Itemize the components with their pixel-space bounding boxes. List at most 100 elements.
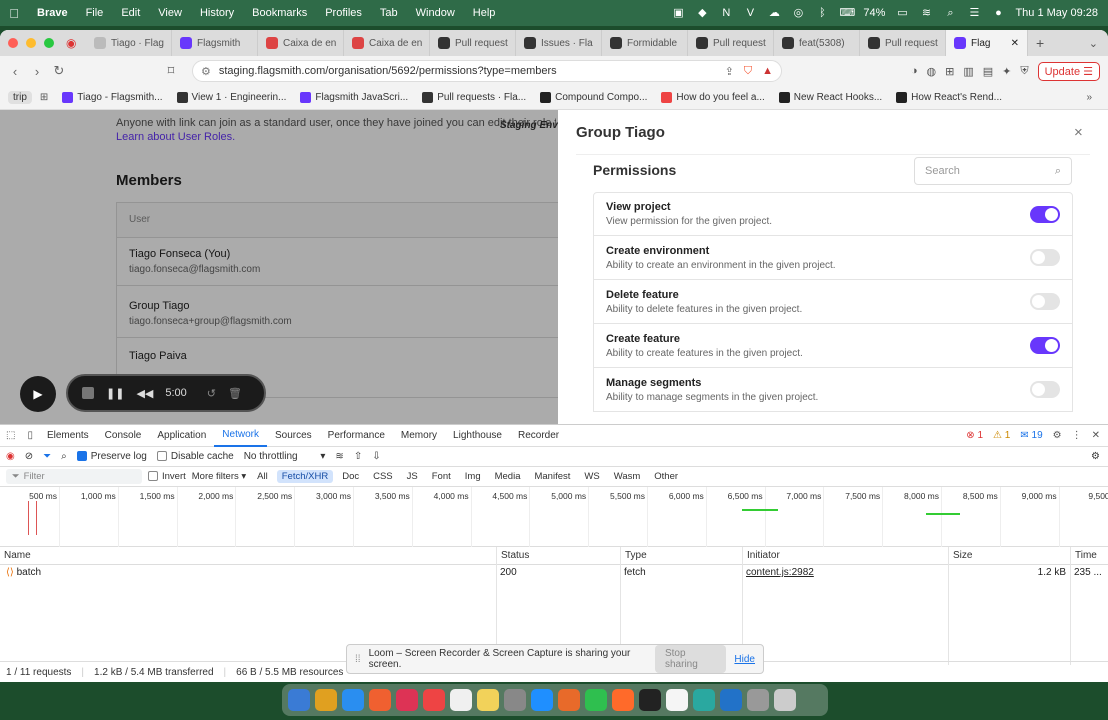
vpn-icon[interactable]: ◎ (791, 7, 805, 19)
devtools-tab-memory[interactable]: Memory (393, 425, 445, 447)
col-name[interactable]: Name (0, 547, 31, 565)
col-time[interactable]: Time (1070, 547, 1097, 565)
hide-button[interactable]: Hide (734, 654, 755, 665)
import-har-icon[interactable]: ⇧ (354, 451, 362, 462)
dock-app-icon[interactable] (747, 689, 769, 711)
dock-app-icon[interactable] (342, 689, 364, 711)
more-options-icon[interactable]: ⋮ (1072, 430, 1082, 441)
dock-app-icon[interactable] (396, 689, 418, 711)
device-toolbar-icon[interactable]: ▯ (21, 430, 39, 441)
filter-type-doc[interactable]: Doc (337, 470, 364, 483)
bookmark-item[interactable]: Flagsmith JavaScri... (300, 92, 408, 103)
dock-app-icon[interactable] (720, 689, 742, 711)
bookmark-item[interactable]: View 1 · Engineerin... (176, 92, 286, 103)
devtools-tab-console[interactable]: Console (97, 425, 150, 447)
site-settings-icon[interactable]: ⚙ (201, 65, 211, 78)
close-window-button[interactable] (8, 38, 18, 48)
browser-tab[interactable]: Flagsmith (172, 30, 258, 56)
brave-rewards-icon[interactable]: ▲ (762, 65, 773, 78)
dock-app-icon[interactable] (558, 689, 580, 711)
browser-tab[interactable]: Caixa de en (258, 30, 344, 56)
bluetooth-icon[interactable]: ᛒ (815, 7, 829, 19)
apps-grid-icon[interactable]: ⊞ (40, 92, 48, 103)
network-timeline[interactable]: 500 ms 1,000 ms 1,500 ms 2,000 ms 2,500 ms 3,… (0, 487, 1108, 547)
cloud-icon[interactable]: ☁ (767, 7, 781, 19)
share-icon[interactable]: ⇪ (725, 65, 734, 78)
bookmark-item[interactable]: Tiago - Flagsmith... (62, 92, 163, 103)
stop-recording-button[interactable] (82, 387, 94, 399)
col-size[interactable]: Size (948, 547, 972, 565)
filter-type-fetchxhr[interactable]: Fetch/XHR (276, 470, 334, 483)
update-button[interactable]: Update ☰ (1037, 61, 1100, 81)
preserve-log-checkbox[interactable]: Preserve log (76, 451, 147, 462)
permission-toggle[interactable] (1030, 293, 1060, 310)
bookmark-item[interactable]: New React Hooks... (778, 92, 882, 103)
forward-button[interactable]: › (26, 64, 48, 79)
extension-1-icon[interactable]: ◑ (911, 65, 918, 77)
info-count-badge[interactable]: ✉ 19 (1020, 430, 1042, 441)
loom-camera-icon[interactable]: ▶ (20, 376, 56, 412)
browser-tab[interactable]: Flag ✕ (946, 30, 1028, 56)
dock-app-icon[interactable] (774, 689, 796, 711)
menu-profiles[interactable]: Profiles (316, 7, 371, 19)
filter-type-ws[interactable]: WS (579, 470, 604, 483)
dock-app-icon[interactable] (315, 689, 337, 711)
permission-toggle[interactable] (1030, 381, 1060, 398)
throttling-select[interactable]: No throttling ▾ (244, 451, 326, 462)
address-bar[interactable]: ⚙ staging.flagsmith.com/organisation/569… (192, 60, 782, 82)
inspect-icon[interactable]: ⬚ (0, 430, 21, 441)
reload-button[interactable]: ↻ (48, 63, 70, 79)
filter-type-manifest[interactable]: Manifest (529, 470, 575, 483)
menu-view[interactable]: View (149, 7, 191, 19)
wallet-icon[interactable]: ▤ (983, 65, 993, 78)
extension-3-icon[interactable]: ⊞ (945, 65, 954, 78)
bookmark-trip[interactable]: trip (8, 91, 32, 104)
permission-toggle[interactable] (1030, 205, 1060, 223)
network-settings-icon[interactable]: ⚙ (1091, 451, 1100, 462)
more-filters-dropdown[interactable]: More filters ▾ (192, 471, 246, 482)
battery-icon[interactable]: ▭ (895, 7, 909, 19)
trash-icon[interactable]: 🗑 (228, 387, 242, 400)
invert-checkbox[interactable]: Invert (148, 471, 186, 482)
extension-icon[interactable]: ◆ (695, 7, 709, 19)
sidebar-icon[interactable]: ▥ (963, 65, 973, 78)
menu-tab[interactable]: Tab (371, 7, 407, 19)
table-row[interactable]: ⟨⟩ batch 200 fetch content.js:2982 1.2 k… (0, 565, 1108, 581)
brave-shields-icon[interactable]: ⛉ (744, 65, 752, 78)
devtools-tab-network[interactable]: Network (214, 425, 267, 447)
extension-2-icon[interactable]: ◍ (926, 65, 936, 78)
col-status[interactable]: Status (496, 547, 529, 565)
menu-edit[interactable]: Edit (112, 7, 149, 19)
menu-bookmarks[interactable]: Bookmarks (243, 7, 316, 19)
browser-tab[interactable]: feat(5308) (774, 30, 860, 56)
bookmark-item[interactable]: Pull requests · Fla... (422, 92, 526, 103)
pause-icon[interactable]: ❚❚ (106, 387, 124, 400)
filter-input[interactable]: ⏷ Filter (6, 469, 142, 484)
browser-tab[interactable]: Pull request (430, 30, 516, 56)
dock-app-icon[interactable] (288, 689, 310, 711)
col-type[interactable]: Type (620, 547, 647, 565)
browser-tab[interactable]: Issues · Fla (516, 30, 602, 56)
dock-app-icon[interactable] (693, 689, 715, 711)
devtools-tab-elements[interactable]: Elements (39, 425, 97, 447)
devtools-tab-recorder[interactable]: Recorder (510, 425, 567, 447)
more-bookmarks-icon[interactable]: » (1086, 92, 1092, 103)
request-initiator-link[interactable]: content.js:2982 (742, 565, 814, 581)
browser-tab[interactable]: Pull request (860, 30, 946, 56)
clear-icon[interactable]: ⊘ (25, 451, 33, 462)
extensions-icon[interactable]: ✦ (1002, 65, 1011, 78)
bookmark-icon[interactable]: ⌑ (160, 63, 182, 79)
close-tab-icon[interactable]: ✕ (1011, 38, 1019, 49)
close-devtools-icon[interactable]: ✕ (1092, 430, 1100, 441)
permission-toggle[interactable] (1030, 337, 1060, 354)
export-har-icon[interactable]: ⇩ (372, 451, 380, 462)
filter-type-other[interactable]: Other (649, 470, 683, 483)
menu-help[interactable]: Help (464, 7, 505, 19)
rewind-icon[interactable]: ◀◀ (136, 387, 153, 400)
browser-tab[interactable]: Formidable (602, 30, 688, 56)
stop-sharing-button[interactable]: Stop sharing (654, 645, 727, 673)
keyboard-icon[interactable]: ⌨ (839, 7, 855, 19)
bookmark-item[interactable]: How React's Rend... (896, 92, 1002, 103)
new-tab-button[interactable]: + (1036, 35, 1044, 51)
filter-type-wasm[interactable]: Wasm (609, 470, 646, 483)
